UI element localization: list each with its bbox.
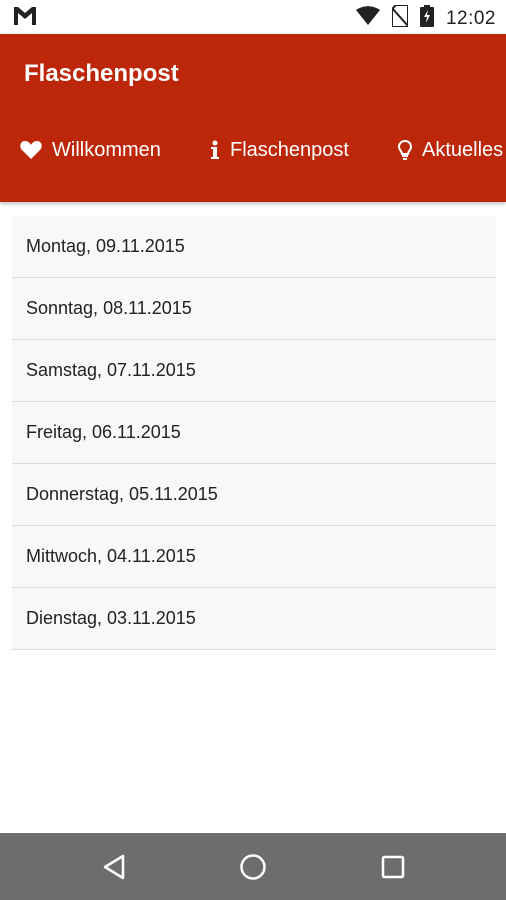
- tab-bar: Willkommen Flaschenpost Aktuelles: [0, 130, 506, 170]
- recents-icon[interactable]: [377, 851, 409, 883]
- tab-label: Flaschenpost: [230, 138, 349, 161]
- list-item[interactable]: Mittwoch, 04.11.2015: [12, 526, 496, 588]
- no-sim-icon: [390, 4, 409, 32]
- tab-willkommen[interactable]: Willkommen: [20, 130, 161, 170]
- list-item[interactable]: Dienstag, 03.11.2015: [12, 588, 496, 650]
- list-item[interactable]: Donnerstag, 05.11.2015: [12, 464, 496, 526]
- battery-charging-icon: [419, 5, 434, 32]
- date-list: Montag, 09.11.2015 Sonntag, 08.11.2015 S…: [12, 216, 496, 650]
- app-title: Flaschenpost: [24, 60, 179, 87]
- list-item[interactable]: Montag, 09.11.2015: [12, 216, 496, 278]
- navigation-bar: [0, 833, 506, 900]
- tab-flaschenpost[interactable]: Flaschenpost: [210, 130, 349, 170]
- clock: 12:02: [445, 7, 496, 29]
- back-icon[interactable]: [98, 851, 130, 883]
- app-bar: Flaschenpost Willkommen Flaschenpost Akt…: [0, 34, 506, 202]
- heart-icon: [20, 140, 42, 160]
- tab-label: Aktuelles: [422, 138, 504, 161]
- tab-aktuelles[interactable]: Aktuelles: [398, 130, 503, 170]
- list-item[interactable]: Freitag, 06.11.2015: [12, 402, 496, 464]
- status-bar: 12:02: [0, 0, 506, 34]
- info-icon: [210, 140, 220, 160]
- lightbulb-icon: [398, 140, 412, 160]
- list-item[interactable]: Samstag, 07.11.2015: [12, 340, 496, 402]
- tab-label: Willkommen: [52, 138, 161, 161]
- home-icon[interactable]: [237, 851, 269, 883]
- list-item[interactable]: Sonntag, 08.11.2015: [12, 278, 496, 340]
- gmail-icon: [14, 7, 36, 30]
- wifi-icon: [355, 6, 380, 31]
